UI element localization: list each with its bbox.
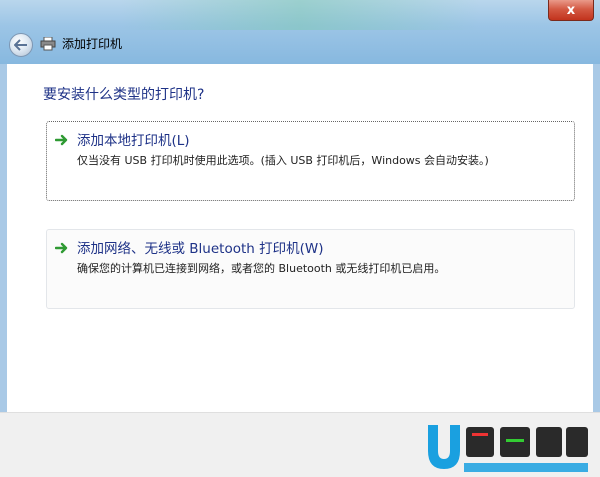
back-arrow-icon xyxy=(14,39,27,51)
wizard-footer xyxy=(0,412,600,477)
close-button[interactable]: x xyxy=(548,0,594,21)
option-title: 添加网络、无线或 Bluetooth 打印机(W) xyxy=(77,241,324,257)
green-arrow-icon xyxy=(55,134,68,146)
close-icon: x xyxy=(566,2,576,18)
page-question: 要安装什么类型的打印机? xyxy=(43,87,205,103)
window-frame-left xyxy=(0,64,7,412)
green-arrow-icon xyxy=(55,242,68,254)
option-description: 确保您的计算机已连接到网络，或者您的 Bluetooth 或无线打印机已启用。 xyxy=(77,262,446,275)
window-frame-right xyxy=(593,64,600,412)
title-bar: x 添加打印机 xyxy=(0,0,600,64)
site-watermark-logo xyxy=(428,425,588,472)
option-description: 仅当没有 USB 打印机时使用此选项。(插入 USB 打印机后，Windows … xyxy=(77,154,489,167)
window-title: 添加打印机 xyxy=(62,37,123,51)
printer-icon xyxy=(40,37,56,51)
option-title: 添加本地打印机(L) xyxy=(77,133,190,149)
option-add-network-printer[interactable]: 添加网络、无线或 Bluetooth 打印机(W) 确保您的计算机已连接到网络，… xyxy=(46,229,575,309)
wizard-content: 要安装什么类型的打印机? 添加本地打印机(L) 仅当没有 USB 打印机时使用此… xyxy=(7,64,593,412)
option-add-local-printer[interactable]: 添加本地打印机(L) 仅当没有 USB 打印机时使用此选项。(插入 USB 打印… xyxy=(46,121,575,201)
back-button[interactable] xyxy=(9,33,33,57)
